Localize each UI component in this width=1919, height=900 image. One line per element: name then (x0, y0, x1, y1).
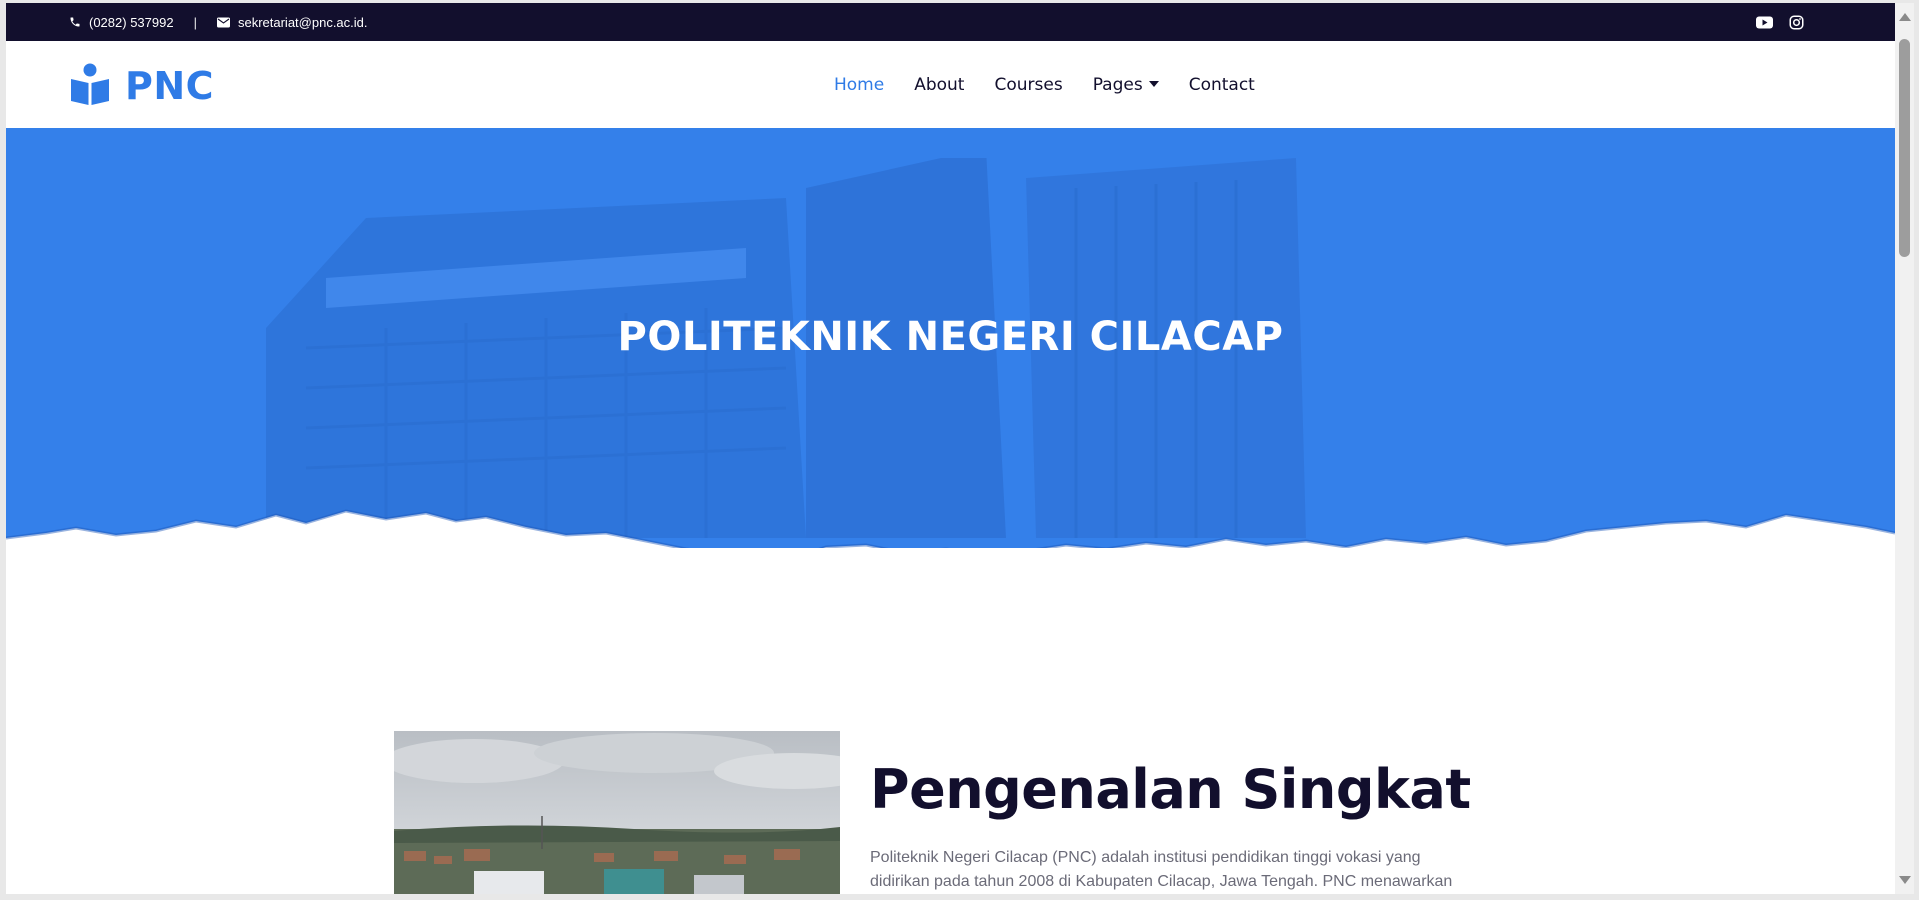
social-links (1756, 3, 1804, 41)
top-bar: (0282) 537992 | sekretariat@pnc.ac.id. (6, 3, 1895, 41)
main-navbar: PNC Home About Courses Pages Contact (6, 41, 1895, 128)
nav-item-pages-label: Pages (1092, 74, 1143, 95)
phone-number: (0282) 537992 (89, 14, 174, 30)
email-item[interactable]: sekretariat@pnc.ac.id. (216, 14, 368, 30)
nav-item-courses[interactable]: Courses (994, 75, 1062, 95)
nav-menu: Home About Courses Pages Contact (834, 41, 1255, 128)
browser-viewport: (0282) 537992 | sekretariat@pnc.ac.id. P… (6, 3, 1914, 894)
envelope-icon (216, 17, 230, 28)
nav-item-contact[interactable]: Contact (1189, 75, 1255, 95)
phone-icon (69, 16, 81, 28)
instagram-icon[interactable] (1789, 15, 1804, 30)
hero-banner: POLITEKNIK NEGERI CILACAP (6, 128, 1895, 548)
campus-aerial-image (394, 731, 840, 894)
nav-item-pages[interactable]: Pages (1093, 75, 1159, 95)
brand-name: PNC (125, 64, 215, 108)
intro-text-line: didirikan pada tahun 2008 di Kabupaten C… (870, 873, 1453, 890)
scroll-down-arrow-icon[interactable] (1899, 876, 1911, 884)
hero-title: POLITEKNIK NEGERI CILACAP (617, 314, 1284, 360)
email-address: sekretariat@pnc.ac.id. (237, 14, 368, 30)
reading-person-icon (69, 63, 111, 109)
nav-item-about[interactable]: About (914, 75, 964, 95)
torn-paper-divider (6, 509, 1895, 548)
brand-logo[interactable]: PNC (69, 63, 214, 109)
intro-heading: Pengenalan Singkat (870, 758, 1471, 821)
contact-separator: | (193, 14, 197, 30)
nav-item-home[interactable]: Home (834, 75, 884, 95)
intro-paragraph: Politeknik Negeri Cilacap (PNC) adalah i… (870, 846, 1510, 894)
page-scrollbar[interactable] (1895, 3, 1914, 894)
intro-text-line: Politeknik Negeri Cilacap (PNC) adalah i… (870, 849, 1421, 866)
caret-down-icon (1148, 80, 1159, 87)
phone-item[interactable]: (0282) 537992 (69, 15, 174, 30)
scroll-up-arrow-icon[interactable] (1899, 13, 1911, 21)
youtube-icon[interactable] (1756, 16, 1773, 29)
top-bar-contact: (0282) 537992 | sekretariat@pnc.ac.id. (69, 3, 368, 41)
scrollbar-thumb[interactable] (1899, 39, 1910, 257)
